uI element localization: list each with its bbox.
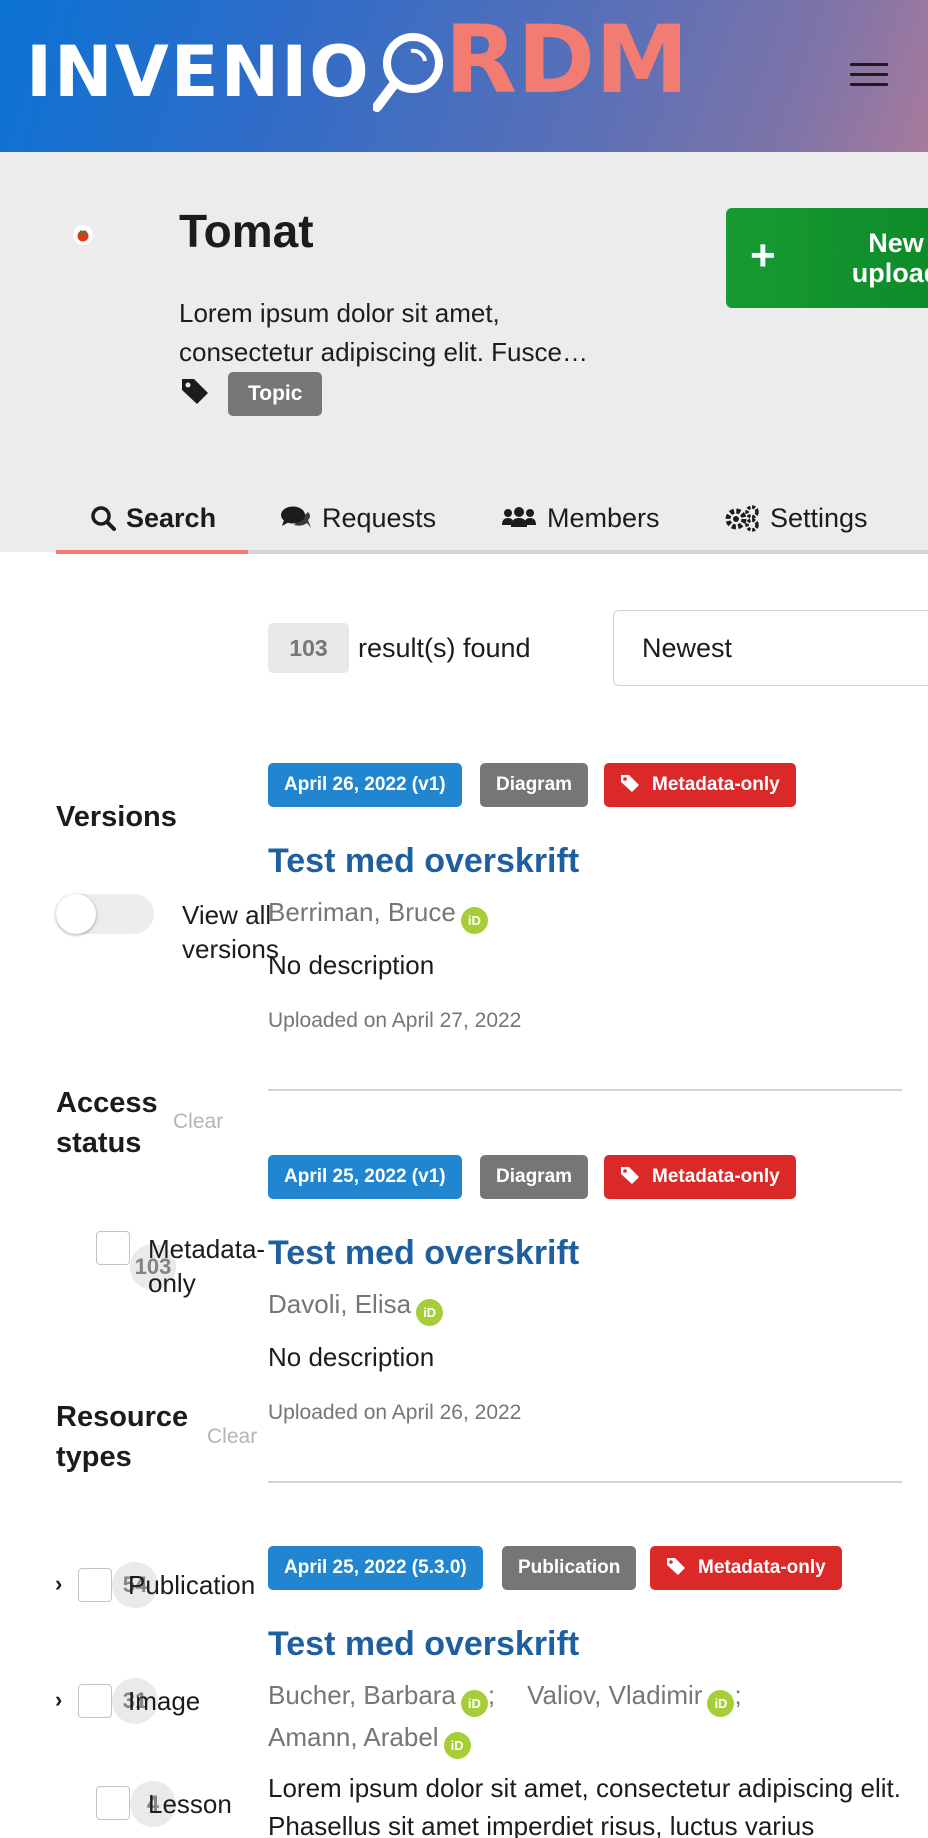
tag-icon [621, 775, 639, 792]
author-link[interactable]: Berriman, Bruce [268, 897, 456, 927]
metadata-only-label: Metadata-only [148, 1234, 266, 1298]
access-status-badge: Metadata-only [604, 1155, 796, 1199]
resource-types-facet-title: Resource types [56, 1401, 189, 1473]
version-date-badge: April 25, 2022 (5.3.0) [268, 1546, 483, 1590]
orcid-icon[interactable]: iD [460, 1690, 488, 1717]
access-status-facet-title: Access status [56, 1087, 158, 1159]
result-title-link[interactable]: Test med overskrift [268, 1234, 579, 1273]
author-separator: ; [487, 1680, 496, 1710]
tab-members[interactable]: Members [501, 496, 660, 540]
hamburger-menu-button[interactable] [850, 63, 888, 89]
lesson-label: Lesson [148, 1789, 232, 1819]
tab-members-label: Members [547, 502, 660, 533]
comments-icon [281, 506, 311, 528]
sort-select[interactable]: Newest [613, 610, 928, 686]
resource-type-badge: Diagram [480, 763, 589, 807]
tag-icon [180, 376, 210, 406]
community-title: Tomat [179, 205, 314, 257]
access-status-badge: Metadata-only [604, 763, 796, 807]
result-description: Lorem ipsum dolor sit amet, consectetur … [268, 1773, 901, 1838]
tag-icon [667, 1558, 685, 1575]
result-title-link[interactable]: Test med overskrift [268, 842, 579, 881]
magnifier-icon [371, 17, 443, 127]
new-upload-button[interactable]: + New upload [726, 208, 928, 308]
invenio-rdm-logo[interactable]: INVENIO RDM [26, 12, 689, 132]
access-status-clear-button[interactable]: Clear [173, 1110, 223, 1134]
access-status-label: Metadata-only [652, 1166, 780, 1187]
tab-settings[interactable]: Settings [724, 496, 868, 540]
new-upload-label: New upload [851, 228, 928, 288]
author-link[interactable]: Bucher, Barbara [268, 1680, 456, 1710]
result-uploaded-date: Uploaded on April 27, 2022 [268, 1009, 522, 1032]
orcid-icon[interactable]: iD [443, 1732, 471, 1759]
author-link[interactable]: Valiov, Vladimir [527, 1680, 702, 1710]
image-checkbox[interactable] [78, 1684, 112, 1718]
community-logo[interactable] [72, 224, 94, 246]
tab-requests-label: Requests [322, 502, 437, 533]
toggle-knob [56, 894, 96, 934]
logo-invenio-text: INVENIO [26, 31, 371, 113]
plus-icon: + [750, 231, 776, 280]
result-authors: Davoli, Elisa iD [268, 1284, 444, 1326]
tag-icon [621, 1167, 639, 1184]
hamburger-icon-bar [850, 83, 888, 86]
logo-rdm-text: RDM [444, 6, 689, 115]
search-icon [91, 506, 116, 531]
hamburger-icon-bar [850, 63, 888, 66]
result-description: No description [268, 1342, 435, 1372]
chevron-right-icon[interactable]: › [55, 1687, 62, 1713]
hamburger-icon-bar [850, 73, 888, 76]
lesson-checkbox[interactable] [96, 1786, 130, 1820]
metadata-only-checkbox[interactable] [96, 1231, 130, 1265]
publication-label: Publication [128, 1570, 256, 1600]
access-status-label: Metadata-only [698, 1557, 826, 1578]
results-found-label: result(s) found [358, 633, 531, 663]
result-description: No description [268, 950, 435, 980]
resource-types-clear-button[interactable]: Clear [207, 1425, 257, 1449]
publication-checkbox[interactable] [78, 1568, 112, 1602]
result-authors: Bucher, Barbara iD; Valiov, Vladimir iD; Am… [268, 1675, 868, 1759]
versions-facet-title: Versions [56, 801, 177, 833]
top-header: INVENIO RDM [0, 0, 928, 152]
results-count-badge: 103 [268, 623, 349, 673]
access-status-badge: Metadata-only [650, 1546, 842, 1590]
result-divider [268, 1481, 902, 1483]
version-date-badge: April 25, 2022 (v1) [268, 1155, 462, 1199]
resource-type-badge: Diagram [480, 1155, 589, 1199]
tab-search-label: Search [126, 502, 217, 533]
result-title-link[interactable]: Test med overskrift [268, 1625, 579, 1664]
chevron-right-icon[interactable]: › [55, 1571, 62, 1597]
version-date-badge: April 26, 2022 (v1) [268, 763, 462, 807]
author-link[interactable]: Davoli, Elisa [268, 1289, 411, 1319]
result-authors: Berriman, Bruce iD [268, 892, 488, 934]
tab-settings-label: Settings [770, 502, 868, 533]
tab-search[interactable]: Search [90, 496, 216, 540]
cogs-icon [725, 505, 759, 532]
result-uploaded-date: Uploaded on April 26, 2022 [268, 1401, 522, 1424]
orcid-icon[interactable]: iD [707, 1690, 735, 1717]
tab-requests[interactable]: Requests [280, 496, 436, 540]
community-description: Lorem ipsum dolor sit amet, consectetur … [179, 298, 588, 367]
active-tab-indicator [56, 550, 248, 554]
result-divider [268, 1089, 902, 1091]
view-all-versions-toggle[interactable] [56, 894, 154, 934]
access-status-label: Metadata-only [652, 774, 780, 795]
users-icon [502, 507, 536, 527]
author-link[interactable]: Amann, Arabel [268, 1722, 439, 1752]
community-tabs: Search Requests Members Settings [56, 486, 928, 554]
orcid-icon[interactable]: iD [460, 907, 488, 934]
orcid-icon[interactable]: iD [416, 1299, 444, 1326]
image-label: Image [128, 1686, 201, 1716]
topic-badge[interactable]: Topic [228, 372, 323, 416]
resource-type-badge: Publication [502, 1546, 637, 1590]
author-separator: ; [734, 1680, 742, 1710]
